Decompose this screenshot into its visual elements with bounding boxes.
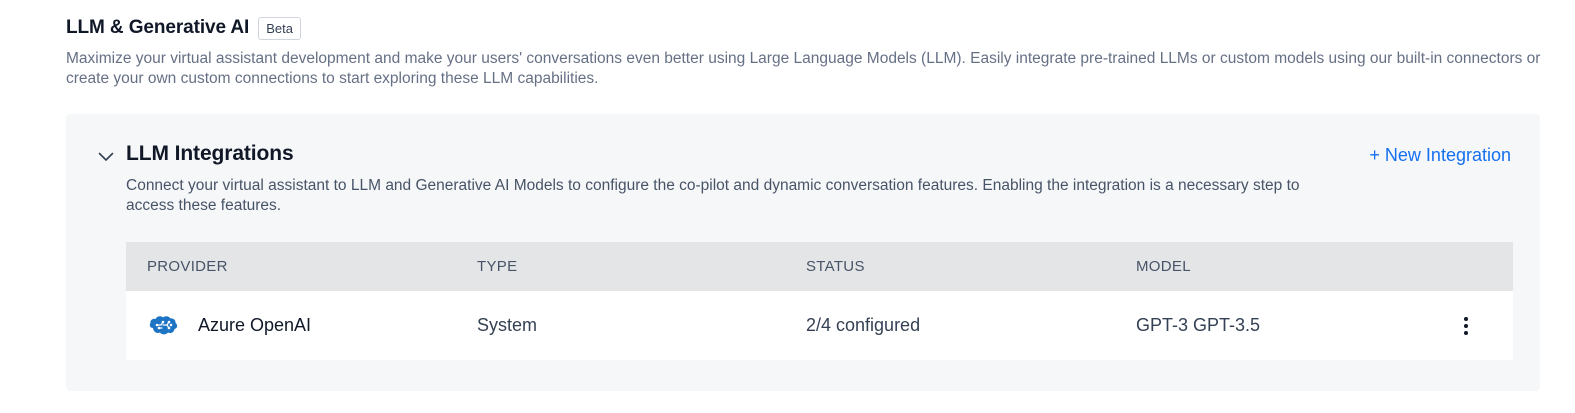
status-cell: 2/4 configured: [806, 315, 921, 335]
provider-name: Azure OpenAI: [198, 315, 312, 335]
title-row: LLM & Generative AI Beta: [66, 14, 1546, 42]
type-cell: System: [477, 315, 538, 335]
integrations-table: PROVIDER TYPE STATUS MODEL Azure OpenAI …: [126, 242, 1513, 360]
section-description: Connect your virtual assistant to LLM an…: [126, 177, 1300, 214]
new-integration-button[interactable]: + New Integration: [1369, 145, 1511, 166]
section-title: LLM Integrations: [126, 142, 294, 165]
page-description: Maximize your virtual assistant developm…: [66, 50, 1541, 87]
azure-openai-brain-icon: [147, 314, 181, 338]
collapse-toggle[interactable]: [96, 147, 116, 167]
table-row[interactable]: Azure OpenAI System 2/4 configured GPT-3…: [126, 291, 1513, 360]
page-header: LLM & Generative AI Beta Maximize your v…: [66, 14, 1546, 89]
llm-settings-page: LLM & Generative AI Beta Maximize your v…: [0, 0, 1575, 413]
chevron-down-icon: [98, 152, 114, 161]
beta-badge: Beta: [258, 16, 301, 40]
table-header: PROVIDER TYPE STATUS MODEL: [126, 242, 1513, 291]
column-header-model: MODEL: [1136, 258, 1191, 275]
column-header-status: STATUS: [806, 258, 865, 275]
provider-cell: Azure OpenAI: [147, 314, 311, 338]
column-header-provider: PROVIDER: [147, 258, 228, 275]
more-vertical-icon: [1464, 316, 1468, 335]
page-title: LLM & Generative AI: [66, 17, 250, 38]
model-cell: GPT-3 GPT-3.5: [1136, 315, 1261, 335]
column-header-type: TYPE: [477, 258, 518, 275]
row-menu-button[interactable]: [1454, 314, 1478, 338]
llm-integrations-section: LLM Integrations + New Integration Conne…: [66, 114, 1540, 391]
